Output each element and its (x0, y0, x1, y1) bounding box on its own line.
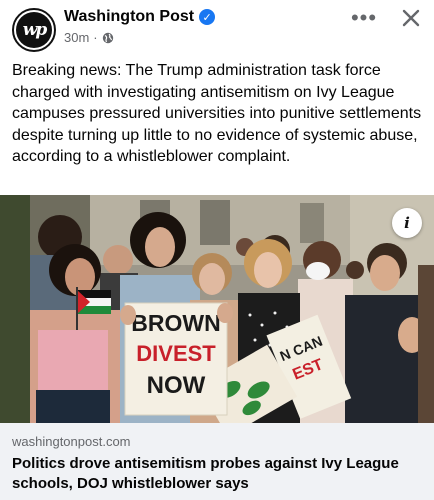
post-text: Breaking news: The Trump administration … (12, 62, 422, 165)
link-domain: washingtonpost.com (12, 434, 131, 449)
protest-photo: N CAN EST BROWN DIVEST NOW (0, 195, 434, 423)
meta-separator: · (93, 30, 98, 45)
page-name-row: Washington Post ✓ (64, 8, 216, 26)
post-meta: 30m · (64, 30, 114, 45)
close-button[interactable] (396, 4, 426, 32)
globe-icon (102, 32, 113, 43)
washington-post-logo: wp (16, 12, 52, 48)
info-button[interactable]: i (392, 208, 422, 238)
main-sign-line-3: NOW (147, 372, 206, 399)
post-header: wp Washington Post ✓ 30m · ••• (0, 0, 434, 58)
post-photo[interactable]: N CAN EST BROWN DIVEST NOW (0, 195, 434, 423)
link-preview-card[interactable]: washingtonpost.com Politics drove antise… (0, 423, 434, 500)
link-title[interactable]: Politics drove antisemitism probes again… (12, 454, 424, 494)
main-sign-line-1: BROWN (131, 310, 220, 336)
verified-badge-icon: ✓ (199, 9, 216, 25)
more-options-button[interactable]: ••• (348, 4, 380, 32)
page-name[interactable]: Washington Post (64, 8, 194, 26)
close-icon (402, 9, 420, 27)
page-avatar[interactable]: wp (12, 8, 56, 52)
main-sign-line-2: DIVEST (136, 341, 216, 366)
post-time[interactable]: 30m (64, 30, 89, 45)
